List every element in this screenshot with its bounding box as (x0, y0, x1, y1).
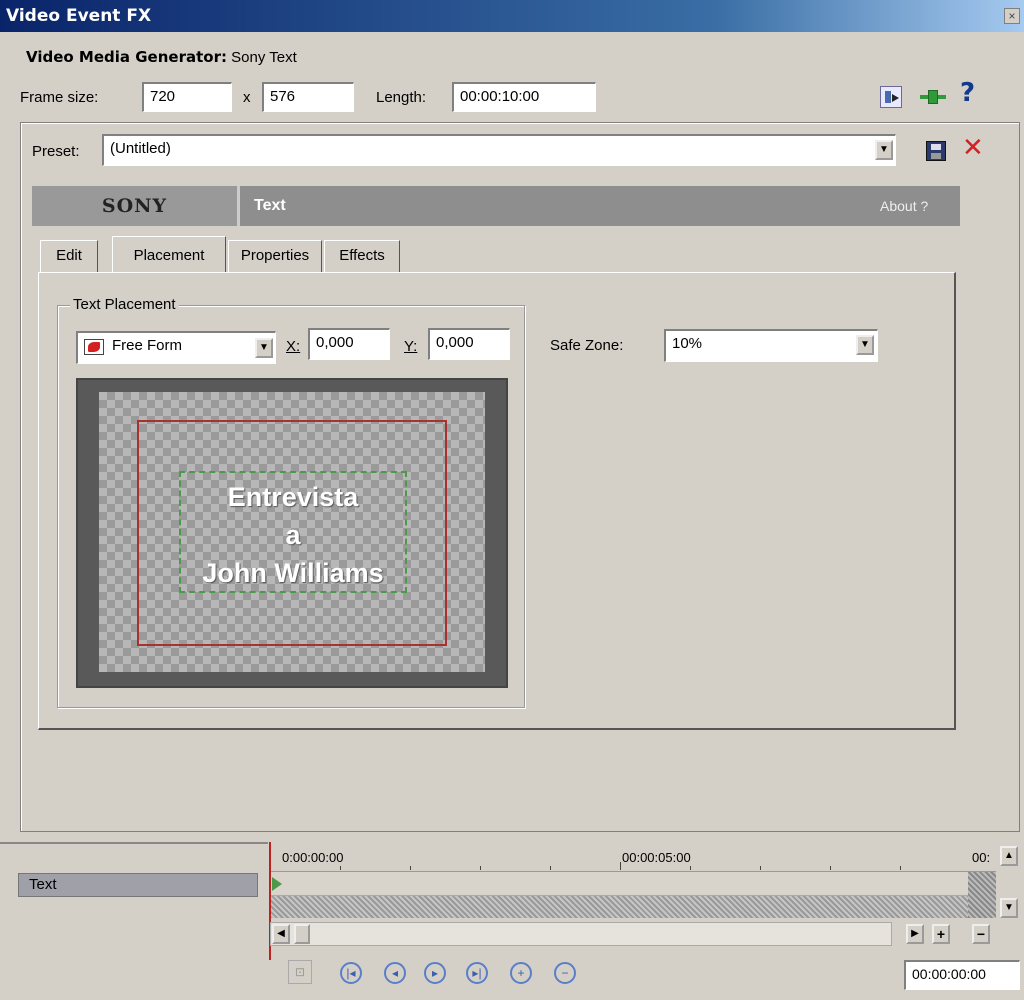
preview-line: John Williams (202, 558, 384, 588)
zoom-in-icon[interactable]: + (932, 924, 950, 944)
ruler-label: 00:00:05:00 (622, 850, 691, 865)
zoom-out-icon[interactable]: − (972, 924, 990, 944)
timeline-end-region (968, 872, 996, 918)
title-bar[interactable]: Video Event FX × (0, 0, 1024, 32)
track-list (0, 842, 268, 1000)
preview-line: a (285, 520, 301, 550)
last-keyframe-icon[interactable]: ▸| (466, 962, 488, 984)
preset-value: (Untitled) (110, 140, 171, 157)
free-form-icon (84, 339, 104, 355)
scroll-right-icon[interactable]: ▶ (906, 924, 924, 944)
ruler-label: 00: (972, 850, 991, 865)
keyframe-marker-icon[interactable] (272, 877, 282, 891)
help-icon[interactable]: ? (960, 78, 975, 108)
delete-keyframe-icon[interactable]: − (554, 962, 576, 984)
safe-zone-dropdown[interactable]: 10% (664, 329, 878, 362)
generator-header: Video Media Generator: Sony Text (26, 48, 297, 66)
timeline-ruler[interactable]: 0:00:00:00 00:00:05:00 00: (270, 842, 996, 872)
placement-mode-dropdown[interactable]: Free Form (76, 331, 276, 364)
keyframe-row[interactable] (270, 872, 996, 896)
preview-line: Entrevista (227, 482, 359, 512)
scroll-up-icon[interactable]: ▲ (1000, 846, 1018, 866)
tab-effects[interactable]: Effects (324, 240, 400, 272)
tab-properties[interactable]: Properties (228, 240, 322, 272)
x-label: X: (286, 338, 301, 355)
previous-keyframe-icon[interactable]: ◂ (384, 962, 406, 984)
preview-text: Entrevista a John Williams (172, 478, 414, 592)
y-label: Y: (404, 338, 418, 355)
safe-zone-chevron-icon[interactable]: ▼ (856, 335, 874, 355)
safe-zone-label: Safe Zone: (550, 337, 624, 354)
time-display[interactable]: 00:00:00:00 (904, 960, 1020, 990)
add-keyframe-icon[interactable]: + (510, 962, 532, 984)
about-link[interactable]: About ? (880, 198, 928, 214)
ruler-label: 0:00:00:00 (282, 850, 344, 865)
preset-dropdown-chevron-icon[interactable]: ▼ (875, 140, 893, 160)
preset-label: Preset: (32, 143, 80, 160)
scroll-left-icon[interactable]: ◀ (272, 924, 290, 944)
preset-dropdown[interactable]: (Untitled) (102, 134, 896, 166)
frame-height-field[interactable]: 576 (262, 82, 354, 112)
save-preset-icon[interactable] (926, 141, 946, 161)
x-position-field[interactable]: 0,000 (308, 328, 390, 360)
delete-preset-icon[interactable]: ✕ (962, 134, 984, 162)
tab-placement[interactable]: Placement (112, 236, 226, 272)
tab-edit[interactable]: Edit (40, 240, 98, 272)
length-label: Length: (376, 89, 427, 106)
text-placement-title: Text Placement (70, 296, 179, 313)
sony-logo: SONY (32, 186, 240, 226)
track-item-text[interactable]: Text (18, 873, 258, 897)
scroll-thumb[interactable] (294, 924, 310, 944)
placement-mode-chevron-icon[interactable]: ▼ (255, 338, 273, 358)
plugin-chooser-icon[interactable] (880, 86, 902, 108)
banner-title: Text (254, 197, 286, 214)
lock-icon[interactable]: ⊡ (288, 960, 312, 984)
next-keyframe-icon[interactable]: ▸ (424, 962, 446, 984)
scroll-down-icon[interactable]: ▼ (1000, 898, 1018, 918)
keyframe-lane (270, 896, 996, 918)
frame-size-separator: x (243, 89, 251, 106)
horizontal-scrollbar[interactable] (270, 922, 892, 946)
frame-size-label: Frame size: (20, 89, 99, 106)
y-position-field[interactable]: 0,000 (428, 328, 510, 360)
first-keyframe-icon[interactable]: |◂ (340, 962, 362, 984)
frame-width-field[interactable]: 720 (142, 82, 232, 112)
placement-mode-value: Free Form (112, 337, 183, 354)
generator-label: Video Media Generator: (26, 48, 227, 66)
window-title: Video Event FX (6, 6, 152, 26)
generator-name: Sony Text (231, 49, 297, 66)
plugin-chain-icon[interactable] (920, 88, 946, 106)
close-button[interactable]: × (1004, 8, 1020, 24)
safe-zone-value: 10% (672, 335, 703, 352)
length-field[interactable]: 00:00:10:00 (452, 82, 596, 112)
